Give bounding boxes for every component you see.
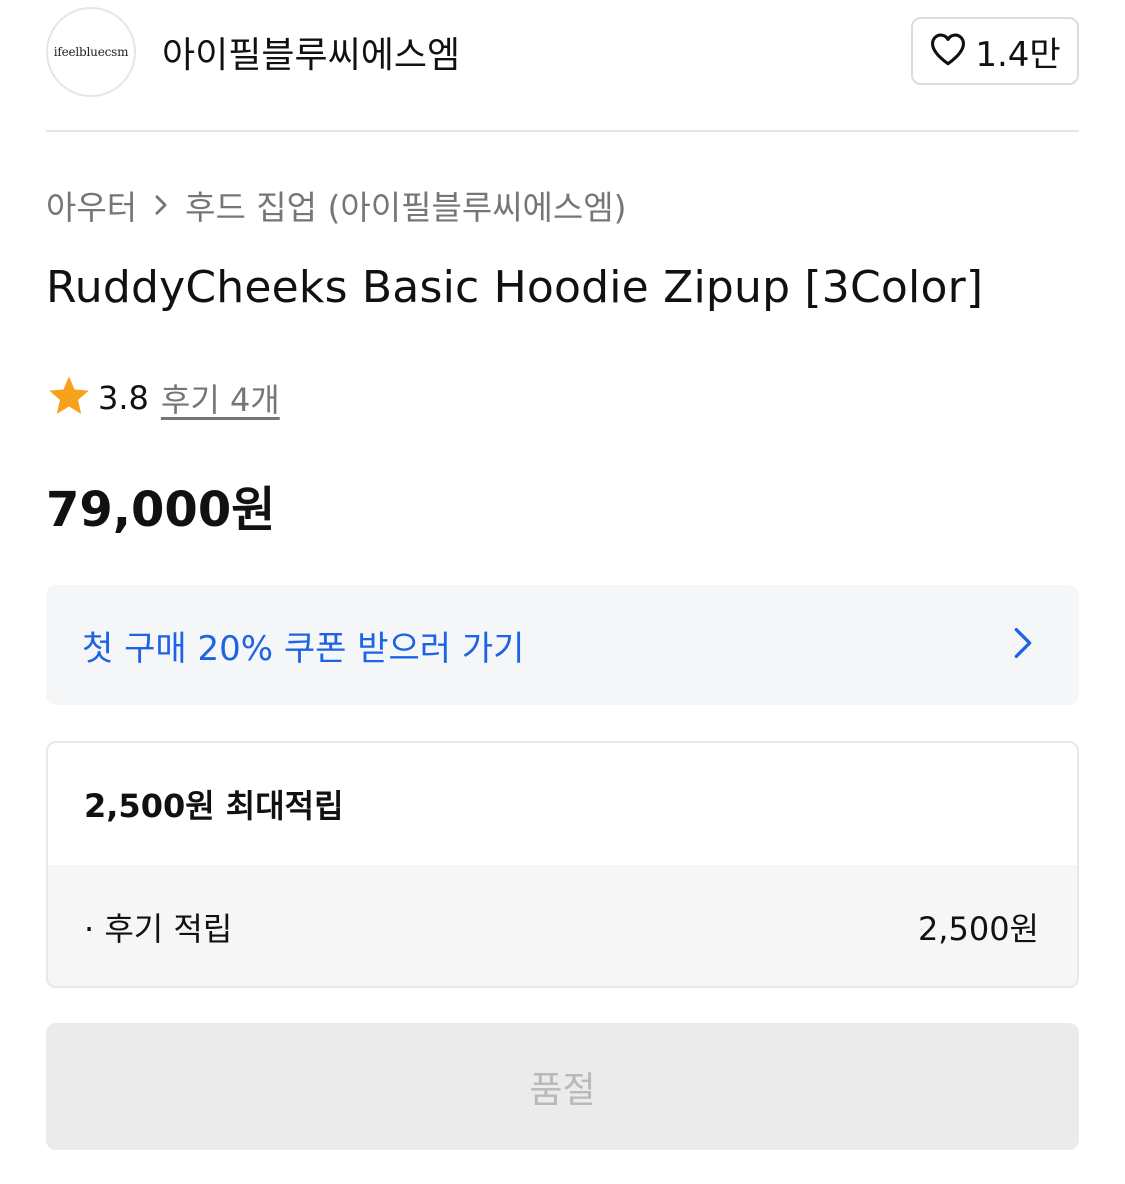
points-row-amount: 2,500원	[917, 909, 1039, 948]
brand-name[interactable]: 아이필블루씨에스엠	[162, 26, 460, 78]
brand-logo[interactable]: ifeelbluecsm	[46, 7, 136, 97]
product-price: 79,000원	[46, 482, 276, 538]
points-row: · 후기 적립 2,500원	[48, 865, 1077, 986]
like-button[interactable]: 1.4만	[911, 17, 1079, 85]
coupon-text: 첫 구매 20% 쿠폰 받으러 가기	[82, 628, 525, 669]
breadcrumb-subcategory[interactable]: 후드 집업 (아이필블루씨에스엠)	[185, 181, 626, 229]
breadcrumb-category[interactable]: 아우터	[46, 181, 137, 229]
chevron-right-icon	[1013, 626, 1043, 664]
soldout-button[interactable]: 품절	[46, 1023, 1079, 1150]
points-box: 2,500원 최대적립 · 후기 적립 2,500원	[46, 741, 1079, 988]
rating-value: 3.8	[98, 379, 149, 417]
chevron-right-icon	[137, 194, 185, 216]
product-detail-page: ifeelbluecsm 아이필블루씨에스엠 1.4만 아우터 후드 집업 (아…	[0, 0, 1125, 1184]
heart-icon	[929, 32, 967, 70]
brand-header: ifeelbluecsm 아이필블루씨에스엠 1.4만	[46, 6, 1079, 98]
product-title: RuddyCheeks Basic Hoodie Zipup [3Color]	[46, 262, 984, 313]
points-row-label: · 후기 적립	[84, 909, 233, 948]
breadcrumb: 아우터 후드 집업 (아이필블루씨에스엠)	[46, 182, 627, 228]
star-icon	[46, 373, 92, 423]
header-divider	[46, 130, 1079, 132]
coupon-banner[interactable]: 첫 구매 20% 쿠폰 받으러 가기	[46, 585, 1079, 705]
like-count: 1.4만	[975, 34, 1061, 75]
points-max-label: 2,500원 최대적립	[84, 787, 344, 825]
review-count-link[interactable]: 후기 4개	[161, 375, 280, 421]
rating-row: 3.8 후기 4개	[46, 372, 280, 424]
